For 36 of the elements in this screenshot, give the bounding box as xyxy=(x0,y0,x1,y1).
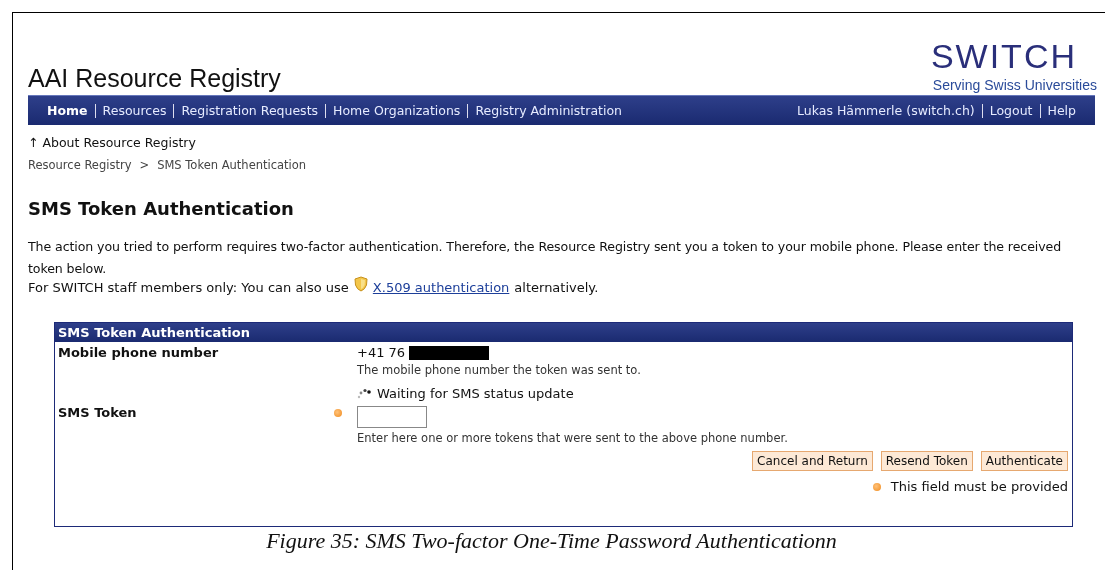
field-label: SMS Token xyxy=(58,405,138,422)
field-hint: The mobile phone number the token was sent to. xyxy=(357,363,641,377)
form-button[interactable]: Cancel and Return xyxy=(752,451,873,471)
x509-link[interactable]: X.509 authentication xyxy=(372,280,510,295)
form-button[interactable]: Resend Token xyxy=(880,451,973,471)
breadcrumb-separator: > xyxy=(139,158,150,172)
breadcrumb-item[interactable]: Resource Registry xyxy=(28,158,132,172)
nav-link[interactable]: Registration Requests xyxy=(174,103,326,118)
token-input[interactable] xyxy=(357,406,427,428)
page-heading: SMS Token Authentication xyxy=(28,198,295,219)
nav-link[interactable]: Resources xyxy=(95,103,174,118)
shield-icon xyxy=(353,275,368,292)
status-text: Waiting for SMS status update xyxy=(377,386,574,401)
site-title: AAI Resource Registry xyxy=(28,64,281,93)
about-link[interactable]: ↑ About Resource Registry xyxy=(28,135,1095,150)
form-button[interactable]: Authenticate xyxy=(980,451,1068,471)
intro-text: The action you tried to perform requires two-factor authentication. Therefore, the Resource Registry sent you a token to your mobile phone. Please enter the received token below. xyxy=(28,238,1063,278)
user-link[interactable]: Lukas Hämmerle (switch.ch) xyxy=(790,103,982,118)
field-hint: Enter here one or more tokens that were sent to the above phone number. xyxy=(357,431,788,445)
nav-link[interactable]: Help xyxy=(1040,103,1083,118)
required-icon xyxy=(872,482,881,491)
staff-note: For SWITCH staff members only: You can also use xyxy=(28,280,349,295)
phone-number: +41 76 xyxy=(357,345,406,360)
nav-link[interactable]: Home xyxy=(40,103,95,118)
staff-note-end: alternatively. xyxy=(514,280,599,295)
logo: SWITCH xyxy=(930,37,1077,75)
required-note: This field must be provided xyxy=(890,479,1068,494)
field-label: Mobile phone number xyxy=(58,345,220,362)
nav-link[interactable]: Home Organizations xyxy=(326,103,468,118)
form-title: SMS Token Authentication xyxy=(55,323,1072,342)
spinner-icon xyxy=(357,387,371,400)
figure-caption: Figure 35: SMS Two-factor One-Time Password Authenticationn xyxy=(265,528,838,554)
logo-tagline: Serving Swiss Universities xyxy=(932,77,1097,93)
nav-link[interactable]: Logout xyxy=(982,103,1040,118)
breadcrumb-item: SMS Token Authentication xyxy=(157,158,307,172)
nav-link[interactable]: Registry Administration xyxy=(468,103,629,118)
